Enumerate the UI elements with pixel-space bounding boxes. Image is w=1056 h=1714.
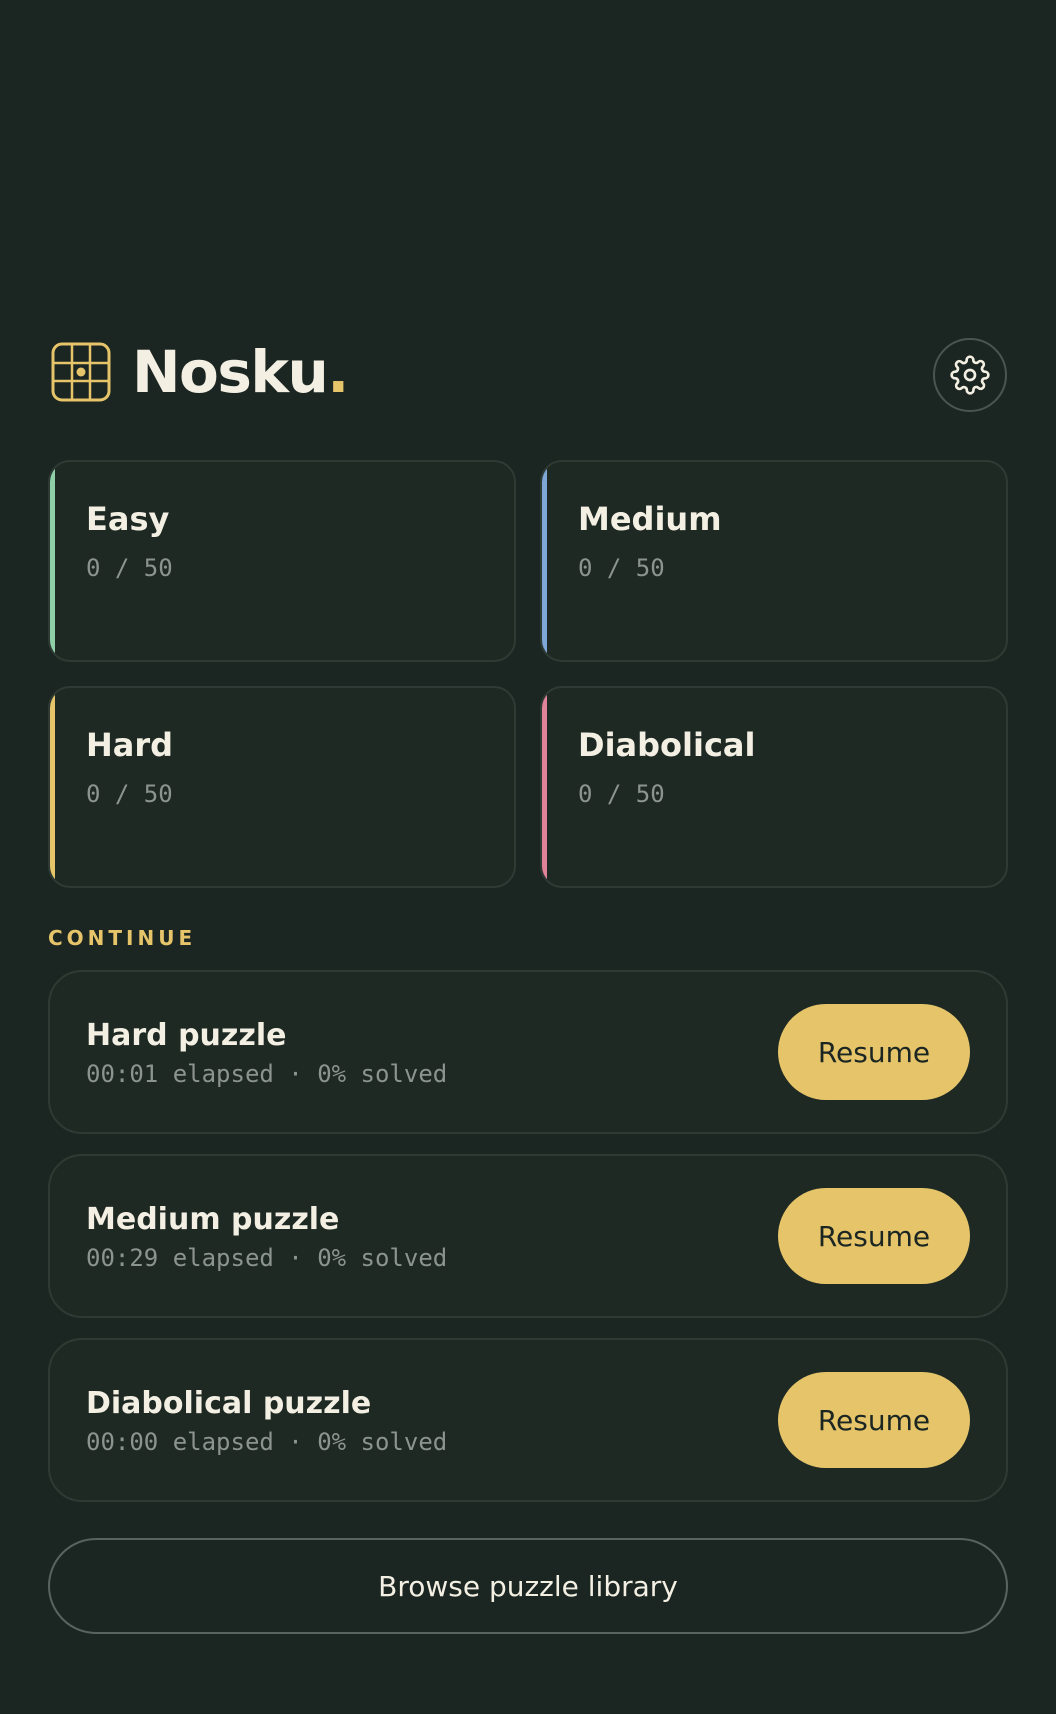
header: Nosku. xyxy=(48,338,1008,414)
continue-item: Hard puzzle 00:01 elapsed · 0% solved Re… xyxy=(48,970,1008,1134)
difficulty-title: Hard xyxy=(86,726,174,764)
continue-item: Medium puzzle 00:29 elapsed · 0% solved … xyxy=(48,1154,1008,1318)
difficulty-title: Medium xyxy=(578,500,722,538)
resume-button[interactable]: Resume xyxy=(778,1188,970,1284)
brand-dot: . xyxy=(327,338,349,406)
continue-item: Diabolical puzzle 00:00 elapsed · 0% sol… xyxy=(48,1338,1008,1502)
continue-item-title: Medium puzzle xyxy=(86,1202,340,1237)
continue-item-meta: 00:01 elapsed · 0% solved xyxy=(86,1060,448,1088)
app-title: Nosku. xyxy=(132,336,349,408)
gear-icon xyxy=(950,355,990,395)
difficulty-progress: 0 / 50 xyxy=(578,780,665,808)
difficulty-title: Diabolical xyxy=(578,726,756,764)
resume-button[interactable]: Resume xyxy=(778,1372,970,1468)
continue-item-title: Hard puzzle xyxy=(86,1018,287,1053)
continue-section-label: CONTINUE xyxy=(48,926,197,950)
difficulty-progress: 0 / 50 xyxy=(86,554,173,582)
difficulty-card-easy[interactable]: Easy 0 / 50 xyxy=(48,460,516,662)
difficulty-title: Easy xyxy=(86,500,170,538)
continue-item-meta: 00:29 elapsed · 0% solved xyxy=(86,1244,448,1272)
browse-library-button[interactable]: Browse puzzle library xyxy=(48,1538,1008,1634)
difficulty-progress: 0 / 50 xyxy=(86,780,173,808)
grid-logo-icon xyxy=(51,342,111,402)
resume-button[interactable]: Resume xyxy=(778,1004,970,1100)
difficulty-card-medium[interactable]: Medium 0 / 50 xyxy=(540,460,1008,662)
difficulty-progress: 0 / 50 xyxy=(578,554,665,582)
brand-name: Nosku xyxy=(132,338,329,406)
app-root: Nosku. Easy 0 / 50 Medium 0 / 50 Hard 0 … xyxy=(48,338,1008,1634)
difficulty-card-hard[interactable]: Hard 0 / 50 xyxy=(48,686,516,888)
settings-button[interactable] xyxy=(933,338,1007,412)
continue-item-title: Diabolical puzzle xyxy=(86,1386,372,1421)
continue-item-meta: 00:00 elapsed · 0% solved xyxy=(86,1428,448,1456)
difficulty-card-diabolical[interactable]: Diabolical 0 / 50 xyxy=(540,686,1008,888)
